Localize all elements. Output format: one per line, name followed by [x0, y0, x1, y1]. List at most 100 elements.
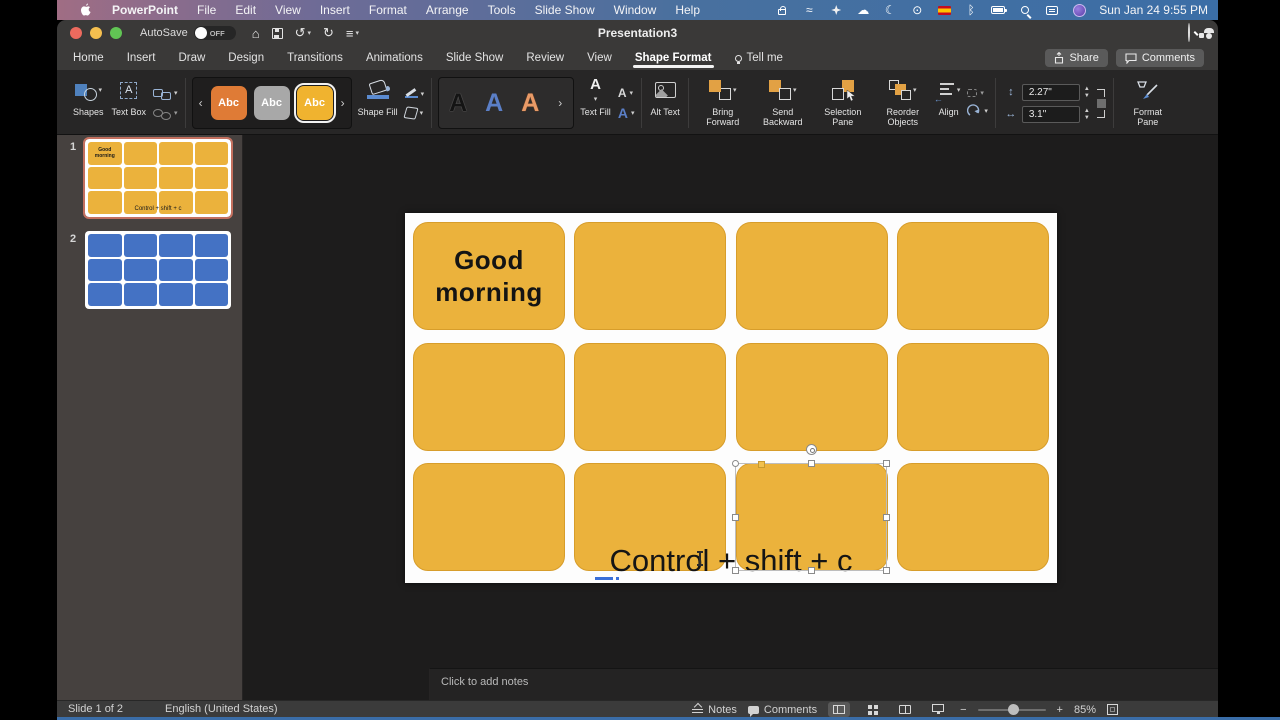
shapes-button[interactable]: ▾ Shapes	[69, 72, 108, 134]
cloud-icon[interactable]: ☁	[856, 3, 870, 17]
text-fill-button[interactable]: A▾ Text Fill	[576, 72, 615, 134]
menu-help[interactable]: Help	[675, 3, 700, 17]
moon-icon[interactable]: ☾	[883, 3, 897, 17]
assistant-icon[interactable]	[1072, 3, 1086, 17]
shape-cell-2[interactable]	[574, 222, 726, 330]
width-stepper[interactable]: ▲▼	[1084, 108, 1090, 121]
menu-insert[interactable]: Insert	[320, 3, 350, 17]
comments-button[interactable]: Comments	[1116, 49, 1204, 67]
bluetooth-icon[interactable]: ᛒ	[964, 3, 978, 17]
toolbar-more-icon[interactable]: ≡▾	[346, 26, 359, 41]
tab-insert[interactable]: Insert	[127, 48, 156, 69]
tab-design[interactable]: Design	[228, 48, 264, 69]
resize-handle-top-right[interactable]	[883, 460, 890, 467]
menu-format[interactable]: Format	[369, 3, 407, 17]
selection-pane-button[interactable]: Selection Pane	[813, 72, 873, 134]
shape-cell-1[interactable]: Good morning	[413, 222, 565, 330]
tab-review[interactable]: Review	[526, 48, 564, 69]
send-backward-button[interactable]: ▾ Send Backward	[753, 72, 813, 134]
search-icon[interactable]	[1188, 24, 1190, 42]
tab-shape-format[interactable]: Shape Format	[635, 48, 712, 69]
shape-cell-3[interactable]	[736, 222, 888, 330]
shape-cell-5[interactable]	[413, 343, 565, 451]
save-icon[interactable]	[272, 28, 283, 39]
zoom-slider-knob[interactable]	[1008, 704, 1019, 715]
reorder-objects-button[interactable]: ▾ Reorder Objects	[873, 72, 933, 134]
resize-handle-top-middle[interactable]	[808, 460, 815, 467]
alt-text-button[interactable]: Alt Text	[646, 72, 683, 134]
notes-pane[interactable]: Click to add notes	[429, 668, 1218, 700]
spain-flag-icon[interactable]	[937, 3, 951, 17]
reading-view-button[interactable]	[894, 702, 916, 717]
share-button[interactable]: Share	[1045, 49, 1107, 67]
hotspot-icon[interactable]	[775, 3, 789, 17]
menu-bar-clock[interactable]: Sun Jan 24 9:55 PM	[1099, 3, 1208, 17]
tab-transitions[interactable]: Transitions	[287, 48, 343, 69]
menu-tools[interactable]: Tools	[488, 3, 516, 17]
wordart-black[interactable]: A	[449, 91, 467, 116]
antivirus-icon[interactable]	[829, 3, 843, 17]
zoom-in-button[interactable]: +	[1057, 704, 1063, 716]
spotlight-icon[interactable]	[1018, 3, 1032, 17]
tab-draw[interactable]: Draw	[178, 48, 205, 69]
waves-icon[interactable]: ≈	[802, 3, 816, 17]
apple-icon[interactable]	[79, 3, 93, 17]
shape-fill-button[interactable]: Shape Fill	[354, 72, 402, 134]
rotation-handle[interactable]	[806, 444, 817, 455]
slide-indicator[interactable]: Slide 1 of 2	[68, 703, 123, 715]
play-circle-icon[interactable]: ⊙	[910, 3, 924, 17]
gallery-prev-icon[interactable]: ‹	[198, 96, 204, 110]
merge-shapes-button[interactable]: ▾	[153, 87, 178, 100]
menu-powerpoint[interactable]: PowerPoint	[112, 3, 178, 17]
resize-handle-bottom-middle[interactable]	[808, 567, 815, 574]
slide-1-thumbnail[interactable]: Good morning Control + shift + c	[85, 139, 231, 217]
zoom-level[interactable]: 85%	[1074, 704, 1096, 716]
shape-style-grey[interactable]: Abc	[254, 86, 290, 120]
rotate-objects-button[interactable]: ▾	[967, 104, 988, 118]
zoom-window-button[interactable]	[110, 27, 122, 39]
control-center-icon[interactable]	[1045, 3, 1059, 17]
wordart-blue[interactable]: A	[485, 91, 503, 116]
menu-arrange[interactable]: Arrange	[426, 3, 469, 17]
adjust-handle[interactable]	[758, 461, 765, 468]
resize-handle-bottom-left[interactable]	[732, 567, 739, 574]
height-stepper[interactable]: ▲▼	[1084, 86, 1090, 99]
typed-text[interactable]: Control + shift + c	[405, 543, 1057, 579]
wordart-orange[interactable]: A	[521, 91, 539, 116]
undo-icon[interactable]: ↺▾	[295, 25, 311, 41]
align-button[interactable]: ▾ Align	[933, 72, 965, 134]
shape-cell-6[interactable]	[574, 343, 726, 451]
tab-slide-show[interactable]: Slide Show	[446, 48, 504, 69]
group-objects-button[interactable]: ▾	[967, 89, 988, 97]
resize-handle-top-left[interactable]	[732, 460, 739, 467]
tab-home[interactable]: Home	[73, 48, 104, 69]
shape-cell-4[interactable]	[897, 222, 1049, 330]
format-pane-button[interactable]: Format Pane	[1118, 72, 1178, 134]
text-outline-button[interactable]: A▾	[618, 87, 635, 99]
language-indicator[interactable]: English (United States)	[165, 703, 278, 715]
notes-toggle[interactable]: Notes	[692, 704, 737, 716]
close-button[interactable]	[70, 27, 82, 39]
zoom-out-button[interactable]: −	[960, 704, 966, 716]
resize-handle-middle-right[interactable]	[883, 514, 890, 521]
lock-aspect-ratio-control[interactable]	[1094, 72, 1109, 134]
text-effects-button[interactable]: A▾	[618, 106, 635, 120]
tab-view[interactable]: View	[587, 48, 612, 69]
slide-2-thumbnail[interactable]	[85, 231, 231, 309]
tell-me-button[interactable]: Tell me	[735, 52, 783, 64]
menu-view[interactable]: View	[275, 3, 301, 17]
resize-handle-middle-left[interactable]	[732, 514, 739, 521]
shape-selection-frame[interactable]	[735, 463, 887, 571]
slide-canvas[interactable]: Good morning Control + shift + c	[405, 213, 1057, 583]
menu-edit[interactable]: Edit	[235, 3, 256, 17]
bring-forward-button[interactable]: ▾ Bring Forward	[693, 72, 753, 134]
normal-view-button[interactable]	[828, 702, 850, 717]
autosave-toggle[interactable]: OFF	[194, 26, 236, 40]
slide-show-button[interactable]	[927, 702, 949, 717]
shape-width-field[interactable]: 3.1"	[1022, 106, 1080, 123]
menu-window[interactable]: Window	[614, 3, 657, 17]
shape-outline-button[interactable]: ▾	[405, 87, 425, 100]
combine-shapes-button[interactable]: ▾	[153, 107, 178, 120]
comments-toggle[interactable]: Comments	[748, 704, 817, 716]
menu-slide-show[interactable]: Slide Show	[535, 3, 595, 17]
